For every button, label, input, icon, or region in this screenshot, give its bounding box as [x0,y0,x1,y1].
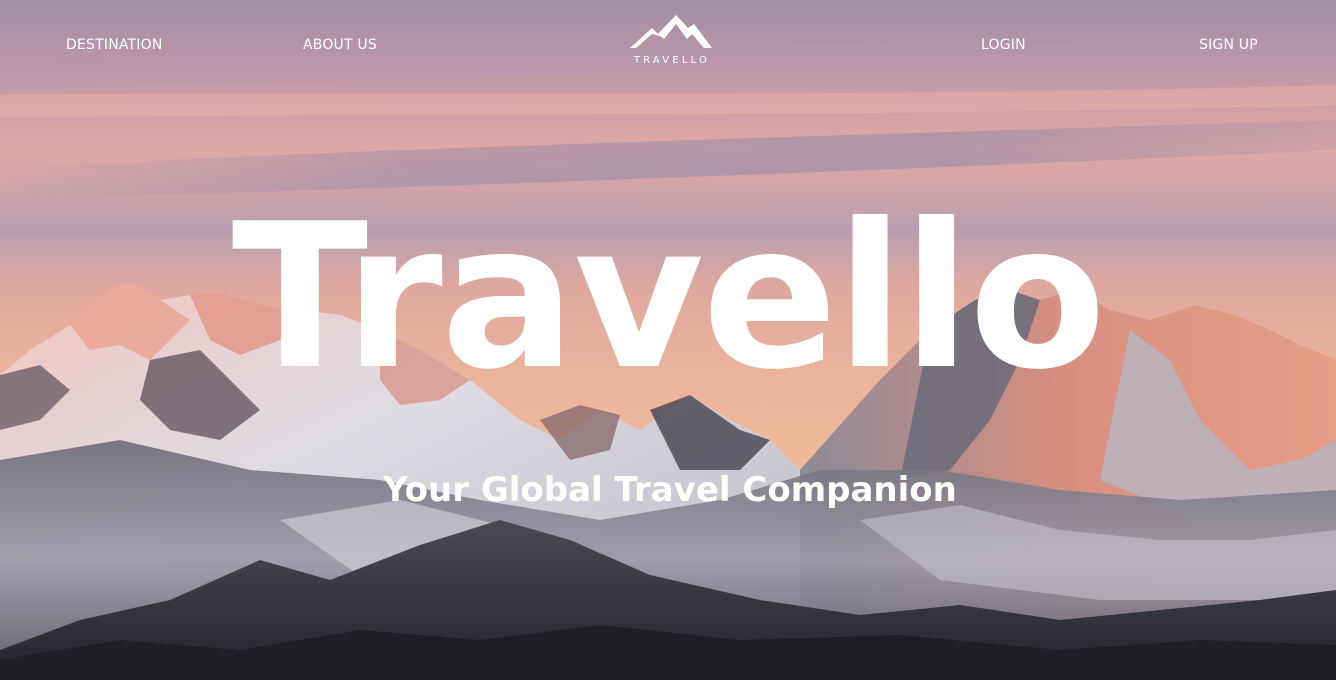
nav-destination-link[interactable]: DESTINATION [66,36,163,54]
nav-sign-up-link[interactable]: SIGN UP [1199,36,1258,54]
travello-logo[interactable]: TRAVELLO [622,12,718,72]
hero-subtitle: Your Global Travel Companion [383,470,957,510]
nav-about-us-link[interactable]: ABOUT US [303,36,377,54]
nav-login-link[interactable]: LOGIN [981,36,1026,54]
top-navigation: DESTINATION ABOUT US TRAVELLO LOGIN SIGN… [0,0,1336,90]
mountain-logo-icon [630,15,712,48]
hero-title: Travello [231,181,1107,414]
hero-section: DESTINATION ABOUT US TRAVELLO LOGIN SIGN… [0,0,1336,680]
logo-wordmark: TRAVELLO [633,55,711,66]
